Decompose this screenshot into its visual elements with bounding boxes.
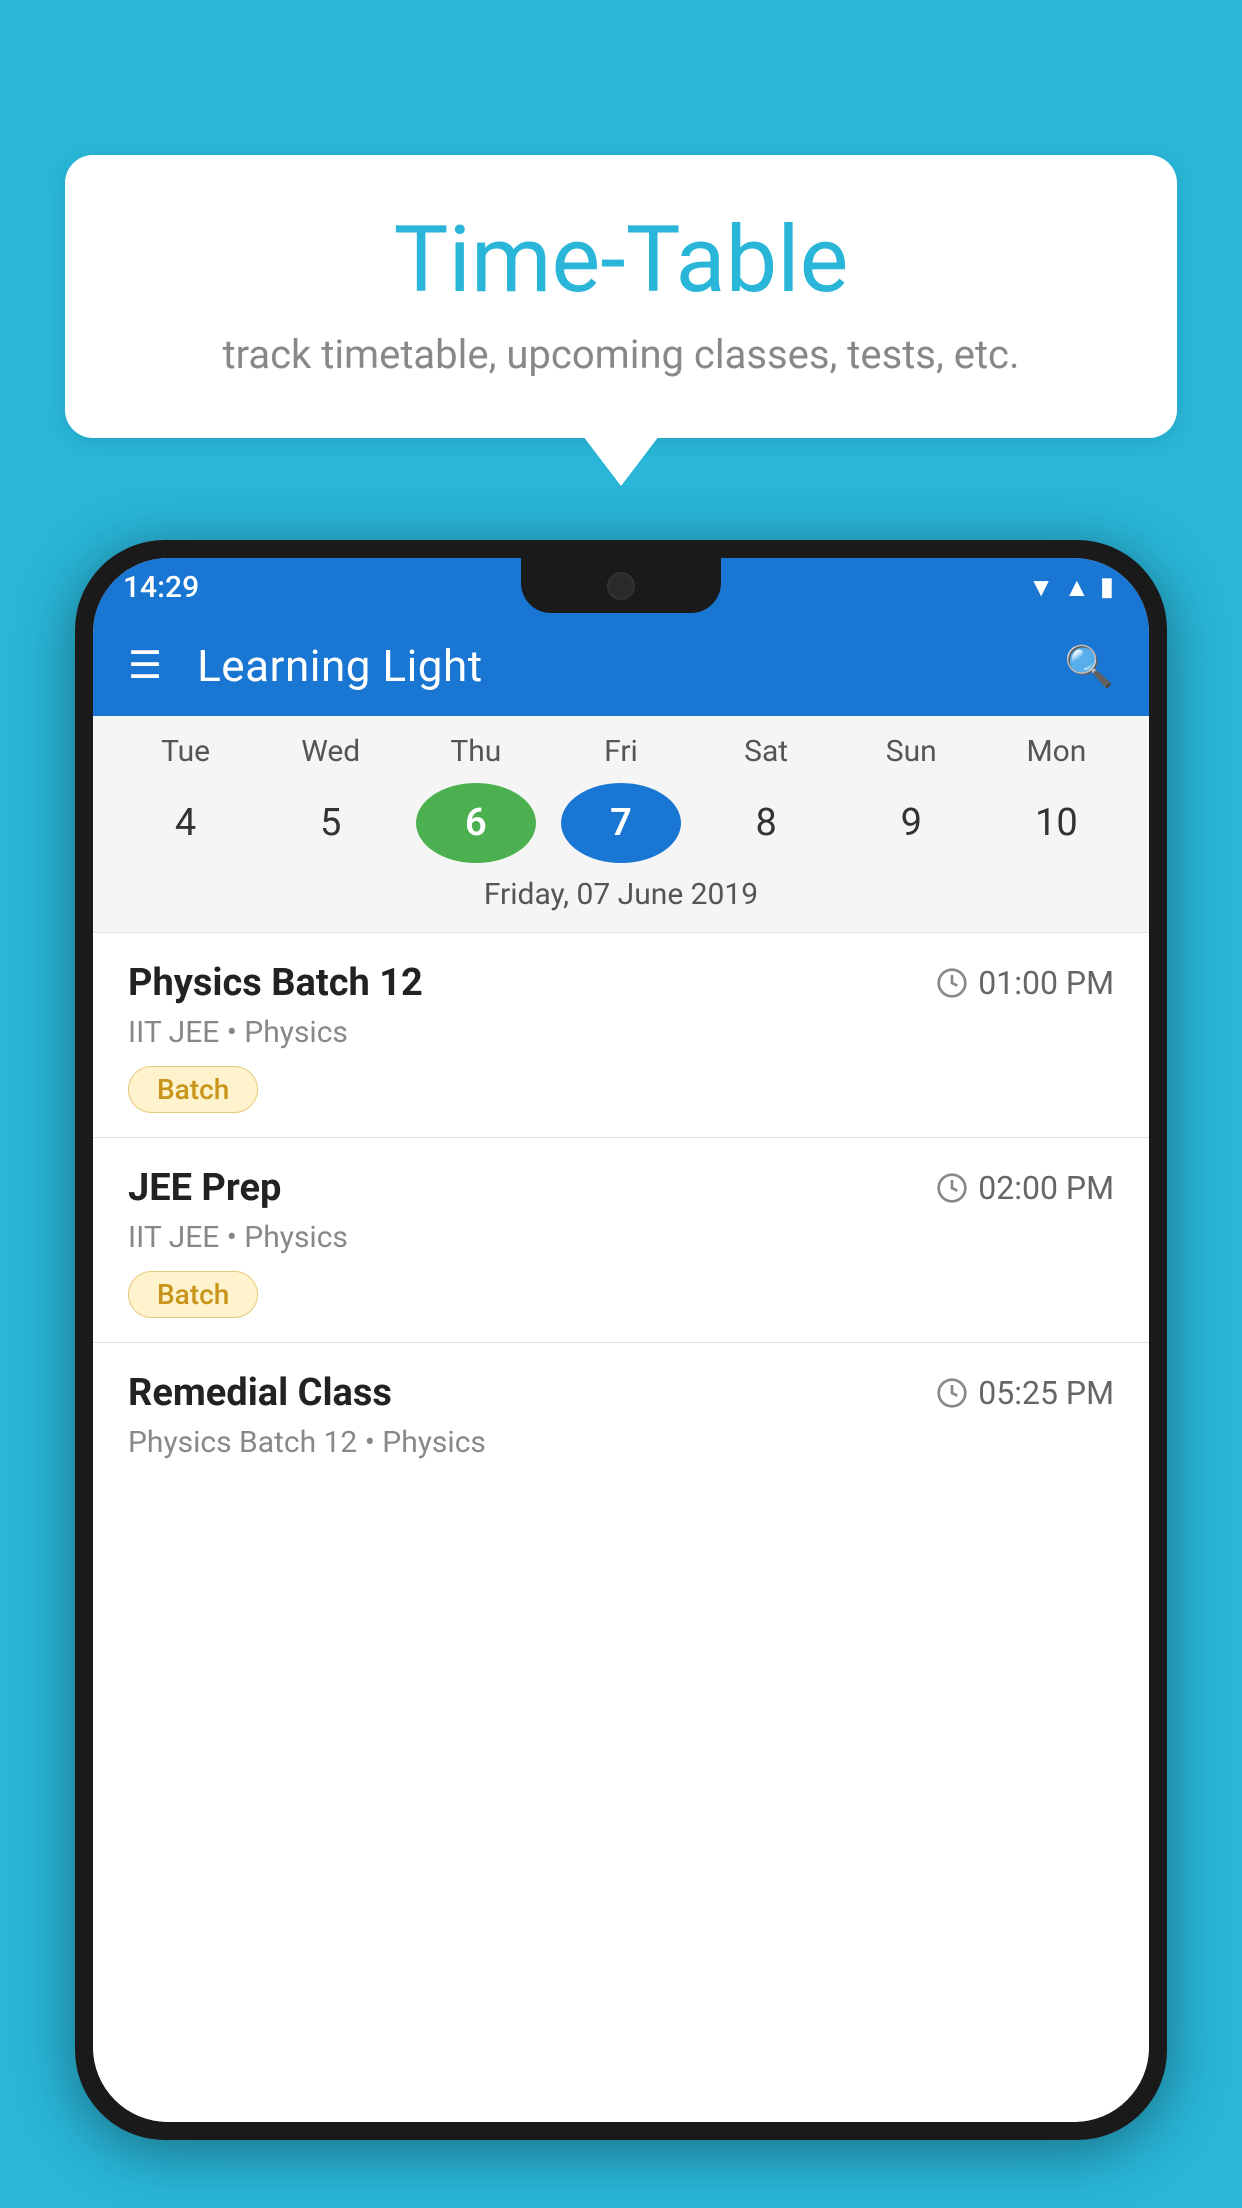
class-time-1: 01:00 PM xyxy=(936,964,1114,1002)
signal-icon: ▲ xyxy=(1064,572,1090,603)
status-icons: ▼ ▲ ▮ xyxy=(1028,572,1114,603)
class-header-2: JEE Prep 02:00 PM xyxy=(128,1166,1114,1210)
day-5[interactable]: 5 xyxy=(271,783,391,863)
class-time-3: 05:25 PM xyxy=(936,1374,1114,1412)
class-name-1: Physics Batch 12 xyxy=(128,961,423,1005)
class-item-remedial[interactable]: Remedial Class 05:25 PM Physics Batch 12… xyxy=(93,1342,1149,1500)
app-title: Learning Light xyxy=(197,640,1029,692)
day-header-thu: Thu xyxy=(416,734,536,769)
battery-icon: ▮ xyxy=(1100,572,1114,602)
day-header-wed: Wed xyxy=(271,734,391,769)
class-meta-1: IIT JEE • Physics xyxy=(128,1015,1114,1050)
class-time-value-1: 01:00 PM xyxy=(978,964,1114,1002)
wifi-icon: ▼ xyxy=(1028,572,1054,603)
class-header-3: Remedial Class 05:25 PM xyxy=(128,1371,1114,1415)
phone-notch xyxy=(521,558,721,613)
day-header-sat: Sat xyxy=(706,734,826,769)
class-item-jee-prep[interactable]: JEE Prep 02:00 PM IIT JEE • Physics Batc… xyxy=(93,1137,1149,1342)
day-header-tue: Tue xyxy=(126,734,246,769)
clock-icon-1 xyxy=(936,967,968,999)
phone-mockup: 14:29 ▼ ▲ ▮ ☰ Learning Light 🔍 xyxy=(75,540,1167,2208)
clock-icon-2 xyxy=(936,1172,968,1204)
phone-outer: 14:29 ▼ ▲ ▮ ☰ Learning Light 🔍 xyxy=(75,540,1167,2140)
app-bar: ☰ Learning Light 🔍 xyxy=(93,616,1149,716)
batch-badge-2: Batch xyxy=(128,1271,258,1318)
day-4[interactable]: 4 xyxy=(126,783,246,863)
class-name-3: Remedial Class xyxy=(128,1371,392,1415)
calendar-strip: Tue Wed Thu Fri Sat Sun Mon 4 5 6 xyxy=(93,716,1149,932)
class-item-physics-batch-12[interactable]: Physics Batch 12 01:00 PM IIT JEE • Phys… xyxy=(93,932,1149,1137)
camera xyxy=(607,572,635,600)
day-6-today[interactable]: 6 xyxy=(416,783,536,863)
day-10[interactable]: 10 xyxy=(996,783,1116,863)
bubble-subtitle: track timetable, upcoming classes, tests… xyxy=(125,331,1117,378)
class-time-value-2: 02:00 PM xyxy=(978,1169,1114,1207)
day-9[interactable]: 9 xyxy=(851,783,971,863)
bubble-title: Time-Table xyxy=(125,210,1117,311)
class-header-1: Physics Batch 12 01:00 PM xyxy=(128,961,1114,1005)
class-meta-2: IIT JEE • Physics xyxy=(128,1220,1114,1255)
day-numbers: 4 5 6 7 8 9 10 xyxy=(93,783,1149,863)
day-header-fri: Fri xyxy=(561,734,681,769)
day-header-sun: Sun xyxy=(851,734,971,769)
class-meta-3: Physics Batch 12 • Physics xyxy=(128,1425,1114,1460)
menu-icon[interactable]: ☰ xyxy=(128,647,162,685)
screen-content: 14:29 ▼ ▲ ▮ ☰ Learning Light 🔍 xyxy=(93,558,1149,2122)
batch-badge-1: Batch xyxy=(128,1066,258,1113)
day-headers: Tue Wed Thu Fri Sat Sun Mon xyxy=(93,734,1149,769)
clock-icon-3 xyxy=(936,1377,968,1409)
day-8[interactable]: 8 xyxy=(706,783,826,863)
class-time-2: 02:00 PM xyxy=(936,1169,1114,1207)
search-icon[interactable]: 🔍 xyxy=(1064,643,1114,690)
speech-bubble: Time-Table track timetable, upcoming cla… xyxy=(65,155,1177,438)
status-time: 14:29 xyxy=(123,570,199,605)
selected-date-label: Friday, 07 June 2019 xyxy=(93,863,1149,922)
class-time-value-3: 05:25 PM xyxy=(978,1374,1114,1412)
day-header-mon: Mon xyxy=(996,734,1116,769)
phone-inner: 14:29 ▼ ▲ ▮ ☰ Learning Light 🔍 xyxy=(93,558,1149,2122)
class-name-2: JEE Prep xyxy=(128,1166,281,1210)
phone-screen: Tue Wed Thu Fri Sat Sun Mon 4 5 6 xyxy=(93,716,1149,2122)
day-7-selected[interactable]: 7 xyxy=(561,783,681,863)
